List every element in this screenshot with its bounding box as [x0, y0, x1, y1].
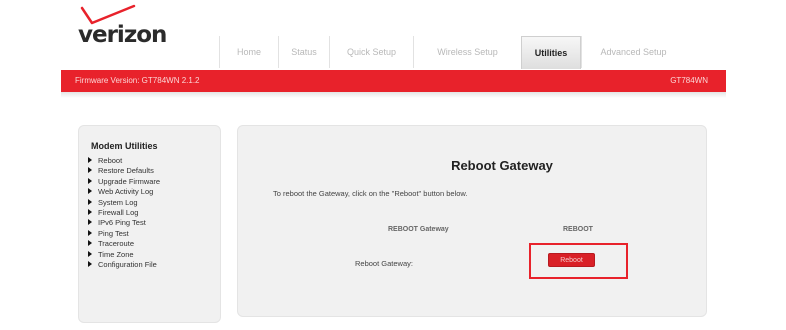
column-header-reboot: REBOOT: [563, 226, 593, 233]
reboot-gateway-label: Reboot Gateway:: [355, 259, 413, 268]
arrow-right-icon: [88, 188, 92, 195]
sidebar-item-configuration-file[interactable]: Configuration File: [88, 260, 160, 270]
status-bar-shadow: [61, 92, 726, 98]
sidebar-item-label: Web Activity Log: [98, 187, 154, 197]
verizon-logo[interactable]: verizon: [78, 4, 168, 48]
column-header-gateway: REBOOT Gateway: [388, 226, 449, 233]
sidebar-item-label: Traceroute: [98, 239, 134, 249]
sidebar-item-label: IPv6 Ping Test: [98, 218, 146, 228]
sidebar: Modem Utilities Reboot Restore Defaults …: [78, 125, 221, 323]
logo-text: verizon: [78, 22, 167, 48]
tab-home[interactable]: Home: [219, 36, 278, 68]
sidebar-item-ping-test[interactable]: Ping Test: [88, 229, 160, 239]
sidebar-item-label: Ping Test: [98, 228, 129, 238]
sidebar-item-system-log[interactable]: System Log: [88, 198, 160, 208]
sidebar-item-label: Firewall Log: [98, 207, 139, 217]
tab-status[interactable]: Status: [278, 36, 329, 68]
sidebar-item-restore-defaults[interactable]: Restore Defaults: [88, 166, 160, 176]
page-title: Reboot Gateway: [451, 158, 553, 173]
sidebar-item-label: Upgrade Firmware: [98, 176, 161, 186]
sidebar-item-label: System Log: [98, 197, 138, 207]
arrow-right-icon: [88, 250, 92, 257]
sidebar-item-label: Reboot: [98, 156, 123, 165]
sidebar-item-upgrade-firmware[interactable]: Upgrade Firmware: [88, 177, 160, 187]
instructions-text: To reboot the Gateway, click on the "Reb…: [273, 189, 468, 198]
sidebar-item-label: Configuration File: [98, 259, 157, 269]
tab-utilities[interactable]: Utilities: [521, 36, 581, 69]
sidebar-item-firewall-log[interactable]: Firewall Log: [88, 208, 160, 218]
status-bar: Firmware Version: GT784WN 2.1.2 GT784WN: [61, 70, 726, 92]
firmware-version: Firmware Version: GT784WN 2.1.2: [75, 76, 200, 85]
sidebar-item-label: Time Zone: [98, 249, 134, 259]
sidebar-item-label: Restore Defaults: [98, 166, 154, 176]
sidebar-item-web-activity-log[interactable]: Web Activity Log: [88, 187, 160, 197]
reboot-panel: Reboot Gateway To reboot the Gateway, cl…: [237, 125, 707, 317]
arrow-right-icon: [88, 198, 92, 205]
sidebar-menu: Reboot Restore Defaults Upgrade Firmware…: [88, 156, 160, 270]
main-nav: Home Status Quick Setup Wireless Setup U…: [219, 36, 685, 69]
tab-advanced-setup[interactable]: Advanced Setup: [581, 36, 685, 68]
arrow-right-icon: [88, 177, 92, 184]
arrow-right-icon: [88, 240, 92, 247]
reboot-button[interactable]: Reboot: [548, 253, 595, 267]
sidebar-title: Modem Utilities: [91, 141, 158, 151]
sidebar-item-ipv6-ping-test[interactable]: IPv6 Ping Test: [88, 218, 160, 228]
sidebar-item-time-zone[interactable]: Time Zone: [88, 250, 160, 260]
arrow-right-icon: [88, 260, 92, 267]
tab-wireless-setup[interactable]: Wireless Setup: [413, 36, 521, 68]
arrow-right-icon: [88, 167, 92, 174]
sidebar-item-reboot[interactable]: Reboot: [88, 156, 160, 166]
tab-quick-setup[interactable]: Quick Setup: [329, 36, 413, 68]
arrow-right-icon: [88, 208, 92, 215]
sidebar-item-traceroute[interactable]: Traceroute: [88, 239, 160, 249]
arrow-right-icon: [88, 229, 92, 236]
arrow-right-icon: [88, 219, 92, 226]
arrow-right-icon: [88, 157, 92, 163]
model-name: GT784WN: [670, 76, 708, 85]
header: verizon Home Status Quick Setup Wireless…: [0, 0, 786, 70]
